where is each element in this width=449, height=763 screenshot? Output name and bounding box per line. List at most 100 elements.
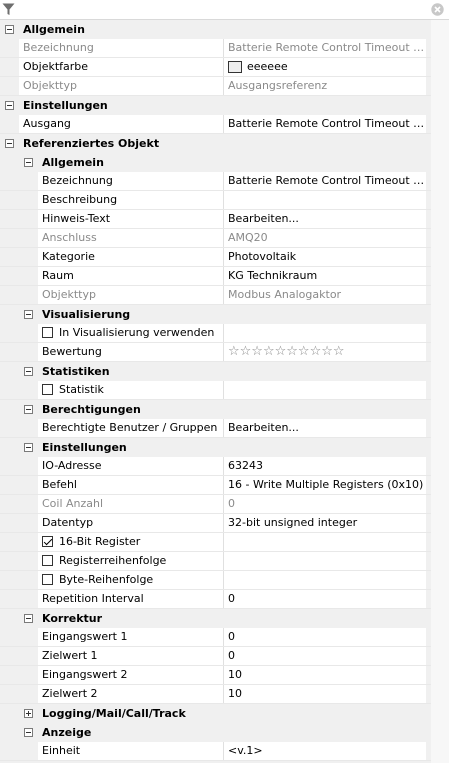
- property-row-befehl[interactable]: Befehl 16 - Write Multiple Registers (0x1…: [0, 476, 449, 495]
- property-row-byte-reihenfolge[interactable]: Byte-Reihenfolge: [0, 571, 449, 590]
- collapse-icon[interactable]: [24, 310, 33, 319]
- property-value[interactable]: Batterie Remote Control Timeout Ausgang: [224, 115, 426, 133]
- property-row-eingangswert-1[interactable]: Eingangswert 1 0: [0, 628, 449, 647]
- property-value[interactable]: Bearbeiten...: [224, 419, 426, 437]
- collapse-icon[interactable]: [24, 405, 33, 414]
- collapse-icon[interactable]: [5, 101, 14, 110]
- property-name: Ausgang: [19, 115, 223, 133]
- property-value[interactable]: 10: [224, 666, 426, 684]
- section-allgemein[interactable]: Allgemein: [0, 153, 449, 172]
- property-value[interactable]: [224, 552, 426, 570]
- expand-icon[interactable]: [24, 709, 33, 718]
- property-value[interactable]: 16 - Write Multiple Registers (0x10): [224, 476, 426, 494]
- section-einstellungen[interactable]: Einstellungen: [0, 96, 449, 115]
- scrollbar-area[interactable]: [431, 20, 449, 763]
- property-value[interactable]: 0: [224, 628, 426, 646]
- property-row-raum[interactable]: Raum KG Technikraum: [0, 267, 449, 286]
- property-name[interactable]: 16-Bit Register: [38, 533, 223, 551]
- property-value[interactable]: 0: [224, 647, 426, 665]
- property-row-bewertung[interactable]: Bewertung ☆☆☆☆☆☆☆☆☆☆: [0, 343, 449, 362]
- property-row-anschluss[interactable]: Anschluss AMQ20: [0, 229, 449, 248]
- checkbox[interactable]: [42, 327, 53, 338]
- property-value[interactable]: [224, 324, 426, 342]
- property-row-zielwert-1[interactable]: Zielwert 1 0: [0, 647, 449, 666]
- collapse-icon[interactable]: [24, 443, 33, 452]
- property-row-bezeichnung[interactable]: Bezeichnung Batterie Remote Control Timeo…: [0, 172, 449, 191]
- section-logging-mail-call-track[interactable]: Logging/Mail/Call/Track: [0, 704, 449, 723]
- property-value[interactable]: 63243: [224, 457, 426, 475]
- property-value[interactable]: KG Technikraum: [224, 267, 426, 285]
- section-anzeige[interactable]: Anzeige: [0, 723, 449, 742]
- property-row-16-bit-register[interactable]: 16-Bit Register: [0, 533, 449, 552]
- property-value[interactable]: Batterie Remote Control Timeout Ausgang: [224, 172, 426, 190]
- property-name[interactable]: Byte-Reihenfolge: [38, 571, 223, 589]
- checkbox[interactable]: [42, 536, 53, 547]
- property-row-eingangswert-2[interactable]: Eingangswert 2 10: [0, 666, 449, 685]
- collapse-icon[interactable]: [5, 25, 14, 34]
- property-value: Batterie Remote Control Timeout Ausgang: [224, 39, 426, 57]
- property-row-objektfarbe[interactable]: Objektfarbe eeeeee: [0, 58, 449, 77]
- checkbox[interactable]: [42, 574, 53, 585]
- section-korrektur[interactable]: Korrektur: [0, 609, 449, 628]
- property-row-zielwert-2[interactable]: Zielwert 2 10: [0, 685, 449, 704]
- section-referenziertes-objekt[interactable]: Referenziertes Objekt: [0, 134, 449, 153]
- property-value[interactable]: Photovoltaik: [224, 248, 426, 266]
- property-row-statistik[interactable]: Statistik: [0, 381, 449, 400]
- property-row-coil-anzahl[interactable]: Coil Anzahl 0: [0, 495, 449, 514]
- property-name-text: Zielwert 2: [42, 687, 98, 700]
- color-swatch[interactable]: [228, 61, 242, 73]
- property-value[interactable]: 10: [224, 685, 426, 703]
- property-value[interactable]: [224, 533, 426, 551]
- property-row-hinweis-text[interactable]: Hinweis-Text Bearbeiten...: [0, 210, 449, 229]
- section-visualisierung[interactable]: Visualisierung: [0, 305, 449, 324]
- property-name: Eingangswert 2: [38, 666, 223, 684]
- collapse-icon[interactable]: [24, 158, 33, 167]
- property-row-kategorie[interactable]: Kategorie Photovoltaik: [0, 248, 449, 267]
- section-statistiken[interactable]: Statistiken: [0, 362, 449, 381]
- property-row-objekttyp[interactable]: Objekttyp Ausgangsreferenz: [0, 77, 449, 96]
- section-allgemein[interactable]: Allgemein: [0, 20, 449, 39]
- property-name[interactable]: Registerreihenfolge: [38, 552, 223, 570]
- property-row-in-visualisierung-verwenden[interactable]: In Visualisierung verwenden: [0, 324, 449, 343]
- property-name-text: Ausgang: [23, 117, 71, 130]
- property-row-datentyp[interactable]: Datentyp 32-bit unsigned integer: [0, 514, 449, 533]
- property-row-beschreibung[interactable]: Beschreibung: [0, 191, 449, 210]
- clear-icon[interactable]: [431, 3, 444, 16]
- property-value[interactable]: [224, 571, 426, 589]
- rating-stars[interactable]: ☆☆☆☆☆☆☆☆☆☆: [228, 344, 345, 359]
- property-value[interactable]: [224, 381, 426, 399]
- collapse-icon[interactable]: [24, 614, 33, 623]
- property-name: Hinweis-Text: [38, 210, 223, 228]
- collapse-icon[interactable]: [24, 728, 33, 737]
- collapse-icon[interactable]: [24, 367, 33, 376]
- property-row-registerreihenfolge[interactable]: Registerreihenfolge: [0, 552, 449, 571]
- property-name-text: Raum: [42, 269, 74, 282]
- property-value[interactable]: <v.1>: [224, 742, 426, 760]
- property-name[interactable]: Statistik: [38, 381, 223, 399]
- property-grid: Allgemein Bezeichnung Batterie Remote Cont…: [0, 20, 449, 761]
- section-berechtigungen[interactable]: Berechtigungen: [0, 400, 449, 419]
- property-row-bezeichnung[interactable]: Bezeichnung Batterie Remote Control Timeo…: [0, 39, 449, 58]
- property-row-io-adresse[interactable]: IO-Adresse 63243: [0, 457, 449, 476]
- section-einstellungen[interactable]: Einstellungen: [0, 438, 449, 457]
- property-name-text: Objekttyp: [42, 288, 96, 301]
- property-value[interactable]: eeeeee: [224, 58, 426, 76]
- property-value[interactable]: 32-bit unsigned integer: [224, 514, 426, 532]
- property-row-objekttyp[interactable]: Objekttyp Modbus Analogaktor: [0, 286, 449, 305]
- checkbox[interactable]: [42, 384, 53, 395]
- property-name: Coil Anzahl: [38, 495, 223, 513]
- filter-icon[interactable]: [2, 3, 15, 16]
- property-value[interactable]: 0: [224, 590, 426, 608]
- property-value[interactable]: Bearbeiten...: [224, 210, 426, 228]
- property-row-ausgang[interactable]: Ausgang Batterie Remote Control Timeout A…: [0, 115, 449, 134]
- property-row-einheit[interactable]: Einheit <v.1>: [0, 742, 449, 761]
- collapse-icon[interactable]: [5, 139, 14, 148]
- property-value-text: 32-bit unsigned integer: [228, 516, 358, 529]
- property-name[interactable]: In Visualisierung verwenden: [38, 324, 223, 342]
- property-row-repetition-interval[interactable]: Repetition Interval 0: [0, 590, 449, 609]
- property-row-berechtigte-benutzer-gruppen[interactable]: Berechtigte Benutzer / Gruppen Bearbeiten…: [0, 419, 449, 438]
- property-value[interactable]: ☆☆☆☆☆☆☆☆☆☆: [224, 343, 426, 361]
- property-value[interactable]: [224, 191, 426, 209]
- property-name-text: Einheit: [42, 744, 81, 757]
- checkbox[interactable]: [42, 555, 53, 566]
